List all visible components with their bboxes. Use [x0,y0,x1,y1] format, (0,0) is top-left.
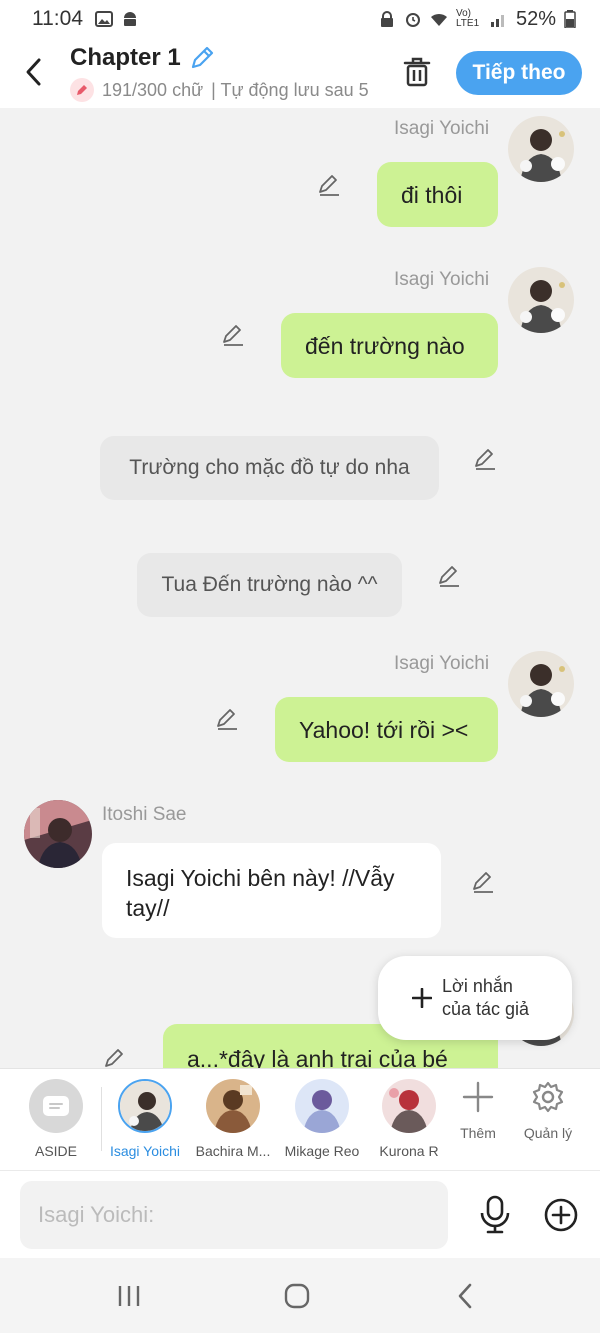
add-label: Thêm [460,1125,496,1141]
character-bar: ASIDE Isagi Yoichi Bachira M... Mikage R… [0,1068,600,1170]
author-note-line2: của tác giả [442,999,530,1019]
edit-message-icon[interactable] [317,172,343,198]
character-mikage[interactable]: Mikage Reo [279,1079,365,1159]
alarm-icon [405,13,420,27]
word-count: 191/300 chữ [102,79,204,100]
author-note-line1: Lời nhắn [442,976,513,996]
android-icon [124,12,136,26]
avatar[interactable] [24,800,92,868]
pen-icon [70,78,94,102]
wifi-icon [430,13,447,26]
character-name: Kurona R [379,1143,439,1159]
edit-message-icon[interactable] [471,869,497,895]
avatar[interactable] [508,651,574,717]
avatar[interactable] [508,267,574,333]
author-note-label: Lời nhắn của tác giả [442,975,529,1021]
system-back-button[interactable] [448,1280,482,1312]
chat-area[interactable]: Isagi Yoichi đi thôi Isagi Yoichi đến tr… [0,108,600,1068]
attach-button[interactable] [543,1197,579,1233]
recents-icon [118,1286,140,1306]
network-label: Vo) LTE1 [455,8,480,29]
message-bubble[interactable]: Yahoo! tới rồi >< [275,697,498,762]
author-note-button[interactable]: Lời nhắn của tác giả [378,956,572,1040]
character-name: ASIDE [34,1143,77,1159]
aside-icon [43,1096,69,1116]
character-aside[interactable]: ASIDE [13,1079,99,1159]
edit-title-icon[interactable] [189,45,215,71]
next-button[interactable]: Tiếp theo [456,51,582,95]
narration-bubble[interactable]: Tua Đến trường nào ^^ [137,553,402,617]
message-bubble[interactable]: đi thôi [377,162,498,227]
autosave-status: | Tự động lưu sau 5 [211,79,369,100]
character-avatar [382,1079,436,1133]
chapter-title: Chapter 1 [70,44,181,71]
character-isagi[interactable]: Isagi Yoichi [102,1079,188,1159]
character-avatar [118,1079,172,1133]
home-icon [284,1283,310,1309]
message-bubble[interactable]: đến trường nào [281,313,498,378]
plus-icon [462,1081,494,1113]
character-avatar [206,1079,260,1133]
sender-name: Isagi Yoichi [394,269,490,290]
manage-label: Quản lý [523,1125,573,1141]
status-bar: 11:04 Vo) LTE1 52% [0,0,600,38]
character-name: Isagi Yoichi [109,1143,181,1159]
trash-icon [403,57,431,87]
plus-icon [412,988,432,1008]
input-bar: Isagi Yoichi: [0,1170,600,1258]
character-name: Bachira M... [195,1143,271,1159]
add-circle-icon [544,1198,578,1232]
status-time: 11:04 [32,7,83,30]
edit-message-icon[interactable] [221,322,247,348]
edit-message-icon[interactable] [473,446,499,472]
message-bubble[interactable]: Isagi Yoichi bên này! //Vẫy tay// [102,843,441,938]
chapter-title-wrap: Chapter 1 [70,44,215,72]
chevron-left-icon [458,1283,472,1309]
character-avatar [295,1079,349,1133]
narration-bubble[interactable]: Trường cho mặc đồ tự do nha [100,436,439,500]
sender-name: Isagi Yoichi [394,118,490,139]
recent-apps-button[interactable] [112,1280,146,1312]
delete-button[interactable] [400,54,434,90]
battery-percent: 52% [515,7,556,30]
manage-characters-button[interactable]: Quản lý [518,1081,578,1141]
signal-icon [490,15,504,27]
chevron-left-icon [26,58,41,86]
battery-icon [564,10,576,28]
home-button[interactable] [280,1280,314,1312]
gear-icon [532,1081,564,1113]
add-character-button[interactable]: Thêm [448,1081,508,1141]
character-kurona[interactable]: Kurona R [366,1079,452,1159]
character-name: Mikage Reo [284,1143,360,1159]
sender-name: Itoshi Sae [102,804,187,825]
chapter-meta: 191/300 chữ | Tự động lưu sau 5 [70,78,376,102]
editor-header: Chapter 1 191/300 chữ | Tự động lưu sau … [0,38,600,108]
edit-message-icon[interactable] [215,706,241,732]
avatar[interactable] [508,116,574,182]
voice-button[interactable] [478,1195,512,1235]
sender-name: Isagi Yoichi [394,653,490,674]
edit-message-icon[interactable] [437,563,463,589]
edit-message-icon[interactable] [103,1046,129,1068]
microphone-icon [480,1195,510,1234]
aside-avatar [29,1079,83,1133]
character-bachira[interactable]: Bachira M... [190,1079,276,1159]
system-nav-bar [0,1258,600,1333]
lock-icon [380,11,393,27]
gallery-icon [95,11,113,27]
back-button[interactable] [20,54,48,90]
message-input[interactable]: Isagi Yoichi: [20,1181,448,1249]
